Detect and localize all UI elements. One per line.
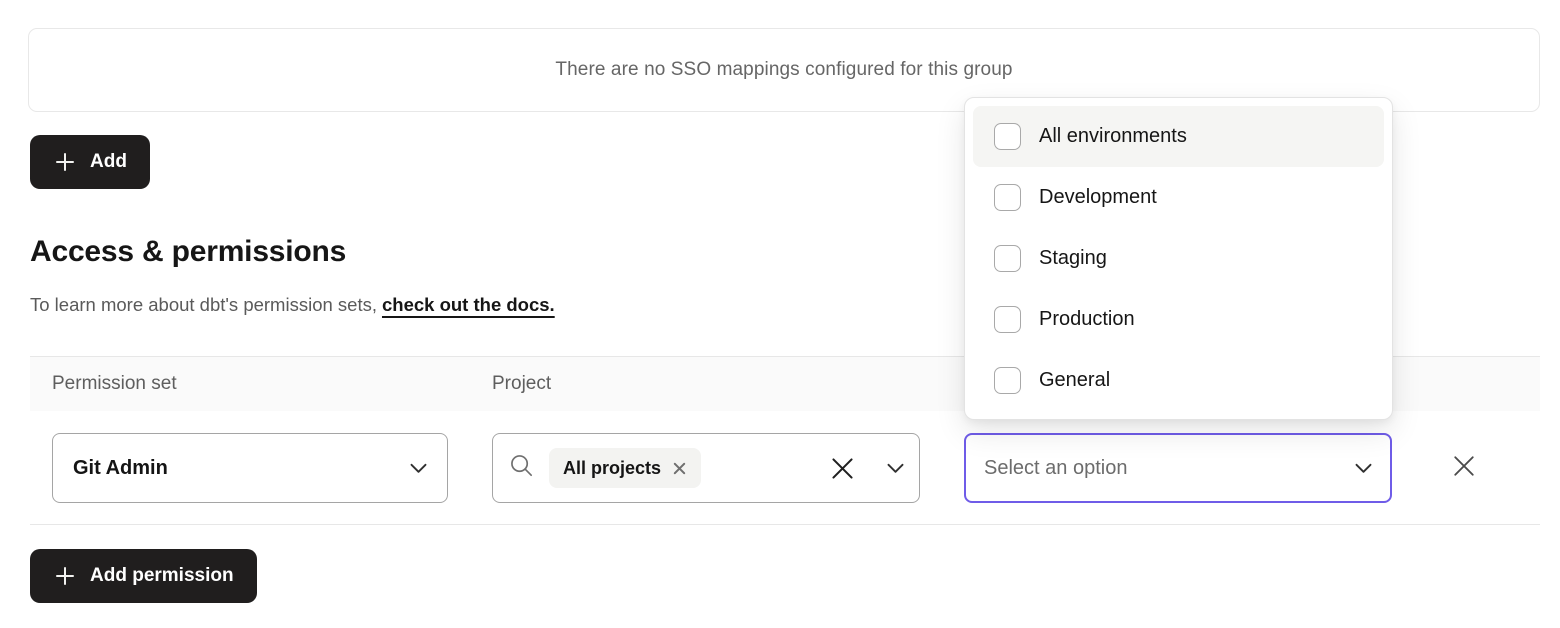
plus-icon xyxy=(53,150,77,174)
checkbox-unchecked[interactable] xyxy=(994,367,1021,394)
project-multiselect[interactable]: All projects xyxy=(492,433,920,503)
environment-dropdown-menu: All environments Development Staging Pro… xyxy=(964,97,1393,420)
table-row: Git Admin All projects xyxy=(30,411,1540,525)
environment-placeholder: Select an option xyxy=(984,457,1127,480)
add-button-label: Add xyxy=(90,151,127,173)
column-header-permission-set: Permission set xyxy=(52,357,177,411)
project-chip: All projects xyxy=(549,448,701,488)
permission-set-select[interactable]: Git Admin xyxy=(52,433,448,503)
add-sso-mapping-button[interactable]: Add xyxy=(30,135,150,189)
remove-row-icon[interactable] xyxy=(1448,450,1480,482)
chevron-down-icon xyxy=(410,463,427,474)
sso-empty-message: There are no SSO mappings configured for… xyxy=(555,59,1012,81)
clear-selection-icon[interactable] xyxy=(828,454,857,483)
search-icon xyxy=(508,452,535,484)
add-permission-label: Add permission xyxy=(90,565,234,587)
plus-icon xyxy=(53,564,77,588)
option-label: All environments xyxy=(1039,125,1187,148)
dropdown-option-all-environments[interactable]: All environments xyxy=(973,106,1384,167)
dropdown-option-general[interactable]: General xyxy=(973,350,1384,411)
chevron-down-icon xyxy=(1355,463,1372,474)
option-label: Development xyxy=(1039,186,1157,209)
option-label: Production xyxy=(1039,308,1135,331)
dropdown-option-production[interactable]: Production xyxy=(973,289,1384,350)
checkbox-unchecked[interactable] xyxy=(994,306,1021,333)
environment-select[interactable]: Select an option xyxy=(964,433,1392,503)
page-title: Access & permissions xyxy=(30,235,346,269)
chip-remove-icon[interactable] xyxy=(672,461,687,476)
project-chip-label: All projects xyxy=(563,458,661,479)
section-subtitle: To learn more about dbt's permission set… xyxy=(30,294,555,316)
option-label: Staging xyxy=(1039,247,1107,270)
checkbox-unchecked[interactable] xyxy=(994,245,1021,272)
chevron-down-icon xyxy=(887,463,904,474)
checkbox-unchecked[interactable] xyxy=(994,184,1021,211)
subtitle-text: To learn more about dbt's permission set… xyxy=(30,294,377,315)
option-label: General xyxy=(1039,369,1110,392)
add-permission-button[interactable]: Add permission xyxy=(30,549,257,603)
dropdown-option-staging[interactable]: Staging xyxy=(973,228,1384,289)
permission-set-value: Git Admin xyxy=(73,457,168,480)
group-settings-page: There are no SSO mappings configured for… xyxy=(0,0,1560,628)
checkbox-unchecked[interactable] xyxy=(994,123,1021,150)
dropdown-option-development[interactable]: Development xyxy=(973,167,1384,228)
docs-link[interactable]: check out the docs. xyxy=(382,294,555,315)
column-header-project: Project xyxy=(492,357,551,411)
